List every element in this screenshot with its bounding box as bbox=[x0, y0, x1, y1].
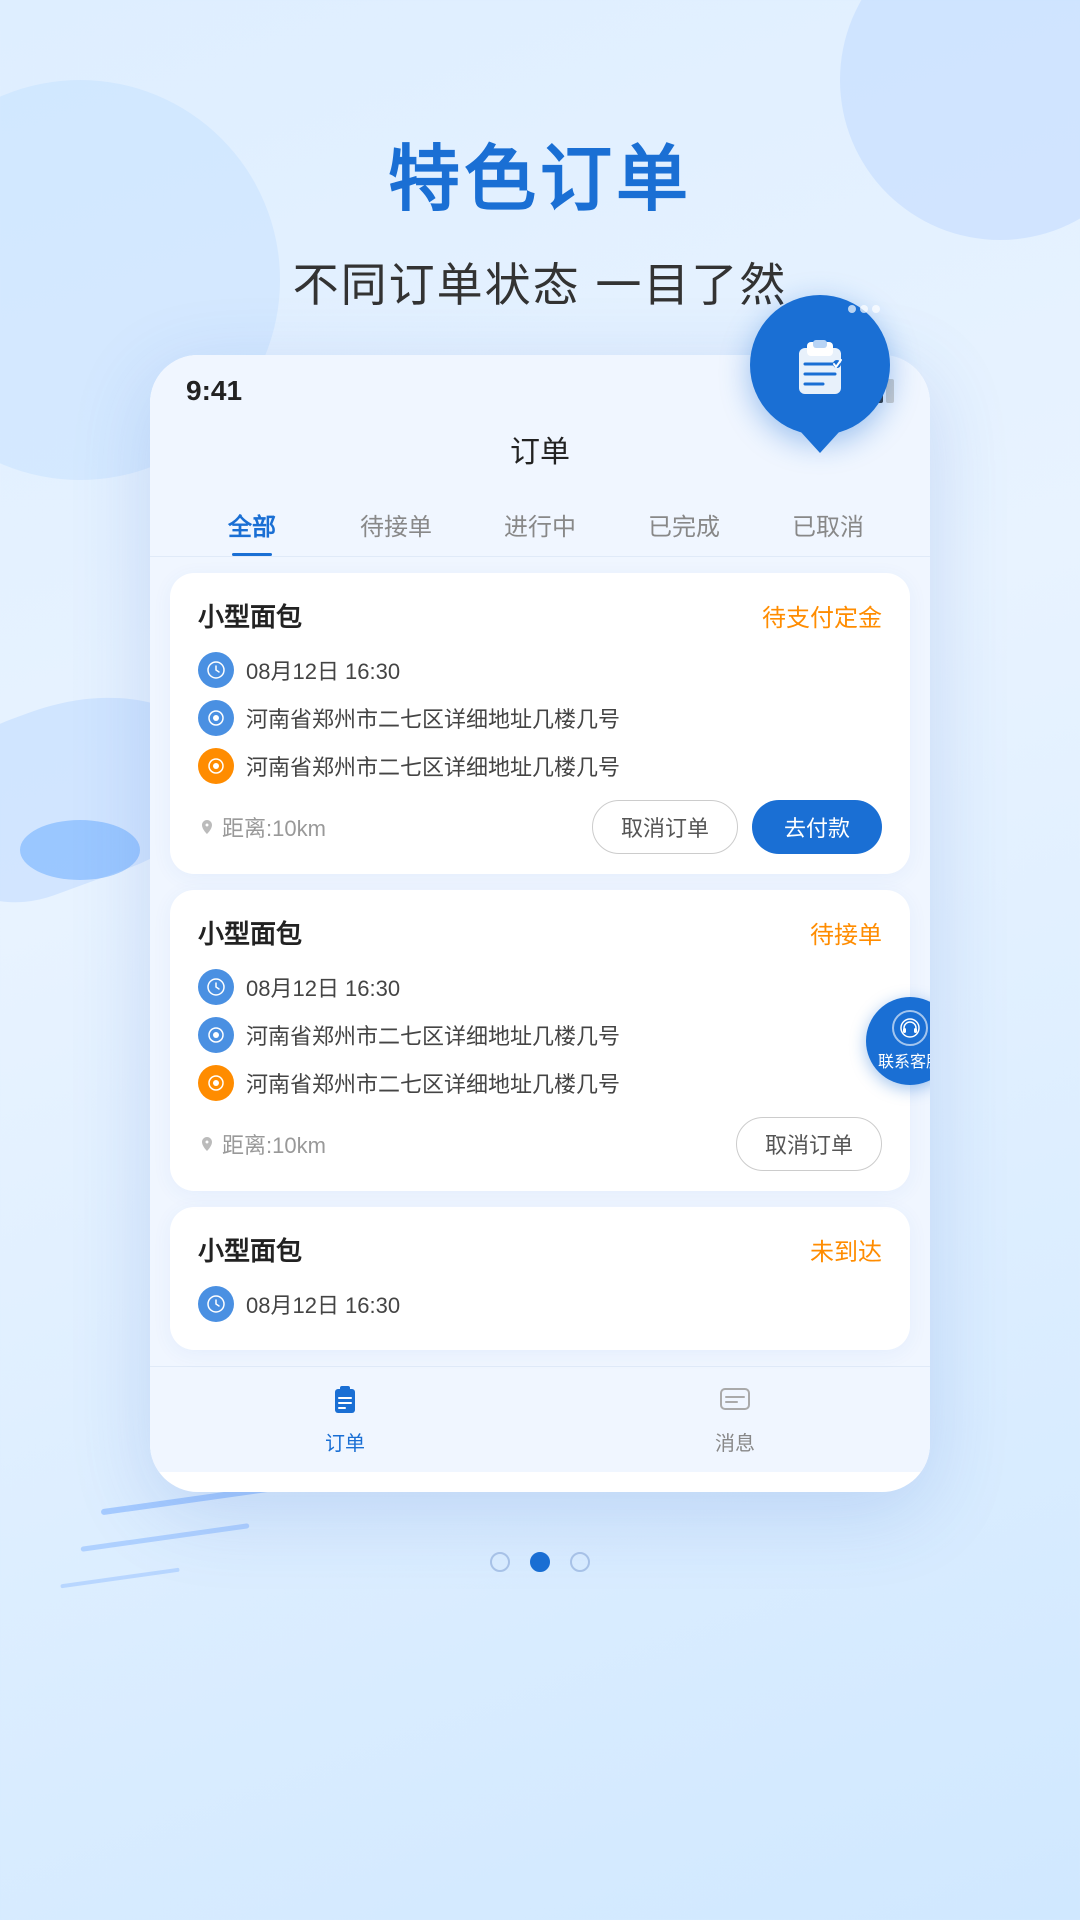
cs-label: 联系客服 bbox=[878, 1048, 930, 1072]
order-1-start: 河南省郑州市二七区详细地址几楼几号 bbox=[246, 702, 620, 734]
mascot-bubble bbox=[750, 295, 910, 455]
tab-cancelled[interactable]: 已取消 bbox=[756, 491, 900, 556]
headset-icon bbox=[899, 1017, 921, 1039]
indicator-dot-2[interactable] bbox=[530, 1552, 550, 1572]
order-2-end: 河南省郑州市二七区详细地址几楼几号 bbox=[246, 1067, 620, 1099]
order-2-date: 08月12日 16:30 bbox=[246, 971, 400, 1003]
order-card-2-wrapper: 小型面包 待接单 08月12日 16:30 河南省郑州市二七区详细地址几楼几 bbox=[170, 890, 910, 1191]
order-3-status: 未到达 bbox=[810, 1232, 882, 1267]
indicator-dot-1[interactable] bbox=[490, 1552, 510, 1572]
order-2-status: 待接单 bbox=[810, 915, 882, 950]
start-location-icon-2 bbox=[198, 1017, 234, 1053]
time-icon-2 bbox=[198, 969, 234, 1005]
order-3-date-row: 08月12日 16:30 bbox=[198, 1286, 882, 1322]
bubble-dot bbox=[848, 305, 856, 313]
order-1-end-row: 河南省郑州市二七区详细地址几楼几号 bbox=[198, 748, 882, 784]
end-location-icon bbox=[198, 748, 234, 784]
bubble-dot bbox=[872, 305, 880, 313]
header-section: 特色订单 不同订单状态 一目了然 bbox=[0, 0, 1080, 355]
indicator-dot-3[interactable] bbox=[570, 1552, 590, 1572]
nav-item-orders[interactable]: 订单 bbox=[323, 1379, 367, 1456]
order-2-start: 河南省郑州市二七区详细地址几楼几号 bbox=[246, 1019, 620, 1051]
nav-label-orders: 订单 bbox=[325, 1427, 365, 1456]
order-1-btn-group: 取消订单 去付款 bbox=[592, 800, 882, 854]
order-2-btn-group: 取消订单 bbox=[736, 1117, 882, 1171]
phone-mockup-wrapper: 9:41 订单 全部 待接单 进行中 已完成 已取消 bbox=[150, 355, 930, 1492]
end-location-icon-2 bbox=[198, 1065, 234, 1101]
messages-nav-icon bbox=[713, 1379, 757, 1423]
tab-all[interactable]: 全部 bbox=[180, 491, 324, 556]
tab-pending-accept[interactable]: 待接单 bbox=[324, 491, 468, 556]
order-card-2-header: 小型面包 待接单 bbox=[198, 914, 882, 951]
order-1-date: 08月12日 16:30 bbox=[246, 654, 400, 686]
order-2-footer: 距离:10km 取消订单 bbox=[198, 1117, 882, 1171]
order-1-type: 小型面包 bbox=[198, 597, 302, 634]
status-time: 9:41 bbox=[186, 375, 242, 407]
main-title: 特色订单 bbox=[0, 120, 1080, 225]
order-1-distance: 距离:10km bbox=[198, 811, 326, 843]
bubble-dot bbox=[860, 305, 868, 313]
order-3-type: 小型面包 bbox=[198, 1231, 302, 1268]
time-icon-3 bbox=[198, 1286, 234, 1322]
order-1-end: 河南省郑州市二七区详细地址几楼几号 bbox=[246, 750, 620, 782]
message-nav-icon bbox=[717, 1383, 753, 1419]
order-2-cancel-btn[interactable]: 取消订单 bbox=[736, 1117, 882, 1171]
order-card-2: 小型面包 待接单 08月12日 16:30 河南省郑州市二七区详细地址几楼几 bbox=[170, 890, 910, 1191]
orders-nav-icon bbox=[323, 1379, 367, 1423]
tabs-bar: 全部 待接单 进行中 已完成 已取消 bbox=[150, 491, 930, 557]
order-3-date: 08月12日 16:30 bbox=[246, 1288, 400, 1320]
order-1-status: 待支付定金 bbox=[762, 598, 882, 633]
order-2-start-row: 河南省郑州市二七区详细地址几楼几号 bbox=[198, 1017, 882, 1053]
phone-mockup: 9:41 订单 全部 待接单 进行中 已完成 已取消 bbox=[150, 355, 930, 1492]
sub-title: 不同订单状态 一目了然 bbox=[0, 249, 1080, 315]
tab-in-progress[interactable]: 进行中 bbox=[468, 491, 612, 556]
clipboard-nav-icon bbox=[327, 1383, 363, 1419]
order-1-cancel-btn[interactable]: 取消订单 bbox=[592, 800, 738, 854]
order-1-pay-btn[interactable]: 去付款 bbox=[752, 800, 882, 854]
time-icon bbox=[198, 652, 234, 688]
order-2-distance: 距离:10km bbox=[198, 1128, 326, 1160]
location-pin-icon-2 bbox=[198, 1135, 216, 1153]
order-1-date-row: 08月12日 16:30 bbox=[198, 652, 882, 688]
clipboard-icon bbox=[785, 330, 855, 400]
cs-icon bbox=[892, 1010, 928, 1046]
bg-decoration-line2 bbox=[80, 1523, 249, 1552]
order-card-3-header: 小型面包 未到达 bbox=[198, 1231, 882, 1268]
tab-completed[interactable]: 已完成 bbox=[612, 491, 756, 556]
order-2-date-row: 08月12日 16:30 bbox=[198, 969, 882, 1005]
order-card-3: 小型面包 未到达 08月12日 16:30 bbox=[170, 1207, 910, 1350]
order-card-1-header: 小型面包 待支付定金 bbox=[198, 597, 882, 634]
order-2-type: 小型面包 bbox=[198, 914, 302, 951]
bg-decoration-oval bbox=[20, 820, 140, 880]
bottom-nav: 订单 消息 bbox=[150, 1366, 930, 1472]
order-card-1: 小型面包 待支付定金 08月12日 16:30 河南省郑州市二七区详细地址几楼几… bbox=[170, 573, 910, 874]
location-pin-icon bbox=[198, 818, 216, 836]
order-1-footer: 距离:10km 取消订单 去付款 bbox=[198, 800, 882, 854]
nav-item-messages[interactable]: 消息 bbox=[713, 1379, 757, 1456]
order-1-start-row: 河南省郑州市二七区详细地址几楼几号 bbox=[198, 700, 882, 736]
order-2-end-row: 河南省郑州市二七区详细地址几楼几号 bbox=[198, 1065, 882, 1101]
start-location-icon bbox=[198, 700, 234, 736]
nav-label-messages: 消息 bbox=[715, 1427, 755, 1456]
order-list: 小型面包 待支付定金 08月12日 16:30 河南省郑州市二七区详细地址几楼几… bbox=[150, 557, 930, 1366]
